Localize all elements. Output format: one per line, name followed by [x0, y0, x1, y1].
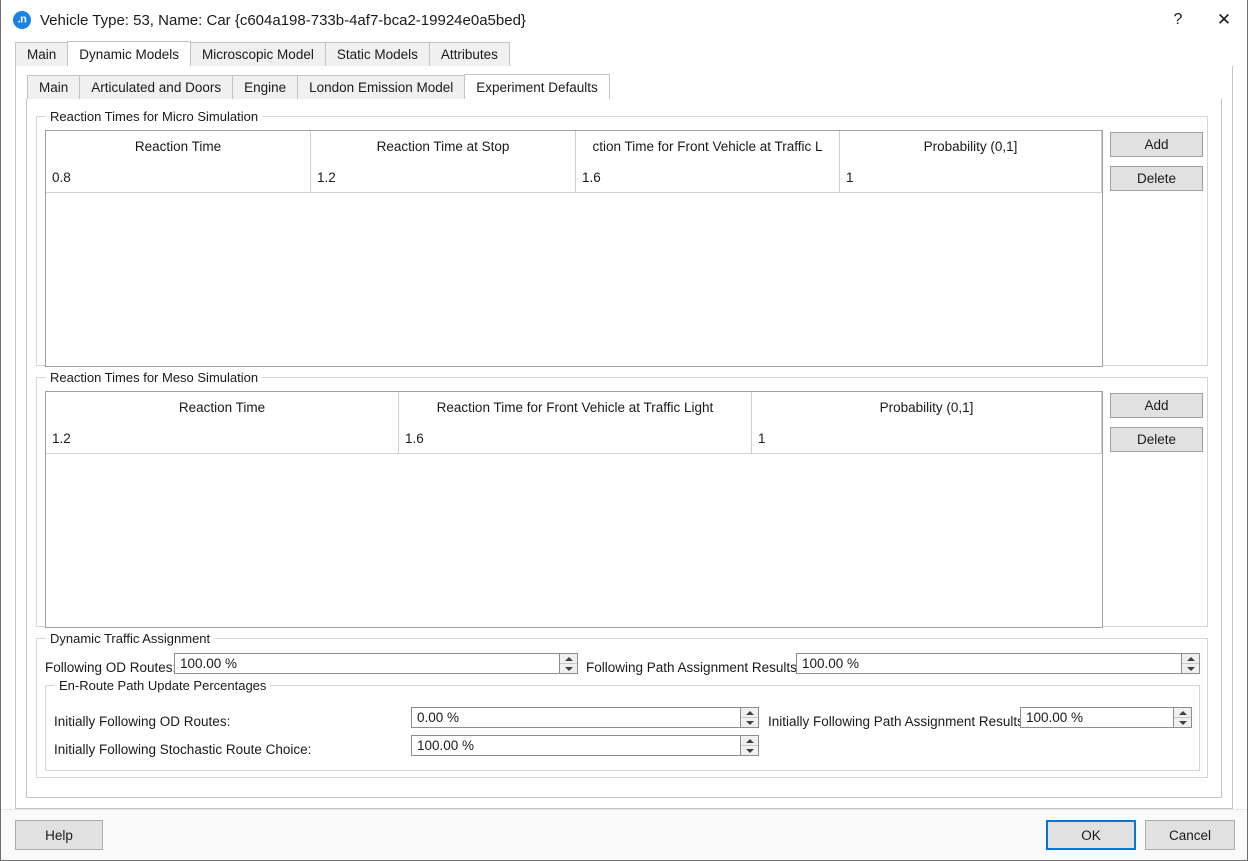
stepper-down-icon[interactable]	[741, 746, 758, 755]
following-od-routes-value[interactable]: 100.00 %	[175, 654, 559, 673]
table-header-row: Reaction Time Reaction Time for Front Ve…	[46, 392, 1102, 423]
tab-main[interactable]: Main	[15, 42, 69, 66]
cell-probability[interactable]: 1	[752, 423, 1102, 453]
column-header-reaction-time-front-vehicle-traffic-light: Reaction Time for Front Vehicle at Traff…	[399, 392, 752, 423]
tab-microscopic-model[interactable]: Microscopic Model	[190, 42, 326, 66]
initially-following-stochastic-route-choice-value[interactable]: 100.00 %	[412, 736, 740, 755]
window-title: Vehicle Type: 53, Name: Car {c604a198-73…	[40, 11, 526, 29]
following-od-routes-label: Following OD Routes:	[45, 660, 177, 675]
subtab-main[interactable]: Main	[27, 75, 81, 99]
table-row[interactable]: 0.8 1.2 1.6 1	[46, 162, 1102, 193]
following-path-assignment-input[interactable]: 100.00 %	[796, 653, 1200, 674]
column-header-reaction-time: Reaction Time	[46, 392, 399, 423]
app-logo-text: .n	[17, 13, 27, 26]
micro-delete-button[interactable]: Delete	[1110, 166, 1203, 191]
initially-following-stochastic-route-choice-label: Initially Following Stochastic Route Cho…	[54, 742, 312, 757]
cell-probability[interactable]: 1	[840, 162, 1102, 192]
initially-following-stochastic-route-choice-input[interactable]: 100.00 %	[411, 735, 759, 756]
initially-following-path-assignment-label: Initially Following Path Assignment Resu…	[768, 714, 1028, 729]
window-controls: ? ✕	[1155, 0, 1247, 40]
column-header-reaction-time-front-vehicle: ction Time for Front Vehicle at Traffic …	[576, 131, 840, 162]
cell-reaction-time-front-vehicle-traffic-light[interactable]: 1.6	[399, 423, 752, 453]
stepper-up-icon[interactable]	[1174, 708, 1191, 718]
micro-simulation-group-title: Reaction Times for Micro Simulation	[46, 109, 263, 124]
initially-path-assignment-stepper[interactable]	[1173, 708, 1191, 727]
inner-tab-strip: Main Articulated and Doors Engine London…	[16, 66, 1232, 99]
tab-attributes[interactable]: Attributes	[428, 42, 510, 66]
title-bar: .n Vehicle Type: 53, Name: Car {c604a198…	[1, 0, 1247, 41]
initially-od-routes-stepper[interactable]	[740, 708, 758, 727]
stepper-down-icon[interactable]	[741, 718, 758, 727]
ok-button[interactable]: OK	[1046, 820, 1136, 850]
tab-dynamic-models[interactable]: Dynamic Models	[67, 41, 192, 66]
initially-following-path-assignment-value[interactable]: 100.00 %	[1021, 708, 1173, 727]
help-icon[interactable]: ?	[1155, 0, 1201, 40]
cancel-button[interactable]: Cancel	[1145, 820, 1235, 850]
enroute-path-update-group-title: En-Route Path Update Percentages	[55, 678, 271, 693]
stepper-up-icon[interactable]	[560, 654, 577, 664]
stepper-up-icon[interactable]	[1182, 654, 1199, 664]
subtab-experiment-defaults[interactable]: Experiment Defaults	[464, 74, 610, 99]
initially-stochastic-stepper[interactable]	[740, 736, 758, 755]
micro-add-button[interactable]: Add	[1110, 132, 1203, 157]
following-path-assignment-value[interactable]: 100.00 %	[797, 654, 1181, 673]
micro-reaction-times-table[interactable]: Reaction Time Reaction Time at Stop ctio…	[45, 130, 1103, 367]
stepper-up-icon[interactable]	[741, 708, 758, 718]
table-header-row: Reaction Time Reaction Time at Stop ctio…	[46, 131, 1102, 162]
meso-reaction-times-table[interactable]: Reaction Time Reaction Time for Front Ve…	[45, 391, 1103, 628]
close-icon[interactable]: ✕	[1201, 0, 1247, 40]
subtab-london-emission-model[interactable]: London Emission Model	[297, 75, 466, 99]
initially-following-od-routes-label: Initially Following OD Routes:	[54, 714, 231, 729]
initially-following-path-assignment-input[interactable]: 100.00 %	[1020, 707, 1192, 728]
stepper-down-icon[interactable]	[560, 664, 577, 673]
initially-following-od-routes-input[interactable]: 0.00 %	[411, 707, 759, 728]
stepper-down-icon[interactable]	[1174, 718, 1191, 727]
cell-reaction-time[interactable]: 0.8	[46, 162, 311, 192]
outer-tab-strip: Main Dynamic Models Microscopic Model St…	[1, 41, 1247, 66]
table-row[interactable]: 1.2 1.6 1	[46, 423, 1102, 454]
app-logo-icon: .n	[13, 11, 31, 29]
column-header-reaction-time-at-stop: Reaction Time at Stop	[311, 131, 576, 162]
column-header-reaction-time: Reaction Time	[46, 131, 311, 162]
subtab-engine[interactable]: Engine	[232, 75, 299, 99]
following-od-routes-stepper[interactable]	[559, 654, 577, 673]
meso-add-button[interactable]: Add	[1110, 393, 1203, 418]
meso-simulation-group-title: Reaction Times for Meso Simulation	[46, 370, 263, 385]
dynamic-traffic-assignment-group-title: Dynamic Traffic Assignment	[46, 631, 215, 646]
cell-reaction-time[interactable]: 1.2	[46, 423, 399, 453]
stepper-up-icon[interactable]	[741, 736, 758, 746]
column-header-probability: Probability (0,1]	[840, 131, 1102, 162]
dialog-footer: Help OK Cancel	[1, 809, 1247, 860]
initially-following-od-routes-value[interactable]: 0.00 %	[412, 708, 740, 727]
meso-delete-button[interactable]: Delete	[1110, 427, 1203, 452]
following-od-routes-input[interactable]: 100.00 %	[174, 653, 578, 674]
experiment-defaults-panel: Reaction Times for Micro Simulation Reac…	[26, 98, 1222, 798]
help-button[interactable]: Help	[15, 820, 103, 850]
outer-tab-panel: Main Articulated and Doors Engine London…	[15, 65, 1233, 809]
column-header-probability: Probability (0,1]	[752, 392, 1102, 423]
following-path-assignment-stepper[interactable]	[1181, 654, 1199, 673]
tab-static-models[interactable]: Static Models	[324, 42, 430, 66]
cell-reaction-time-front-vehicle[interactable]: 1.6	[576, 162, 840, 192]
cell-reaction-time-at-stop[interactable]: 1.2	[311, 162, 576, 192]
following-path-assignment-label: Following Path Assignment Results:	[586, 660, 801, 675]
subtab-articulated-and-doors[interactable]: Articulated and Doors	[79, 75, 234, 99]
stepper-down-icon[interactable]	[1182, 664, 1199, 673]
dialog-window: .n Vehicle Type: 53, Name: Car {c604a198…	[0, 0, 1248, 861]
